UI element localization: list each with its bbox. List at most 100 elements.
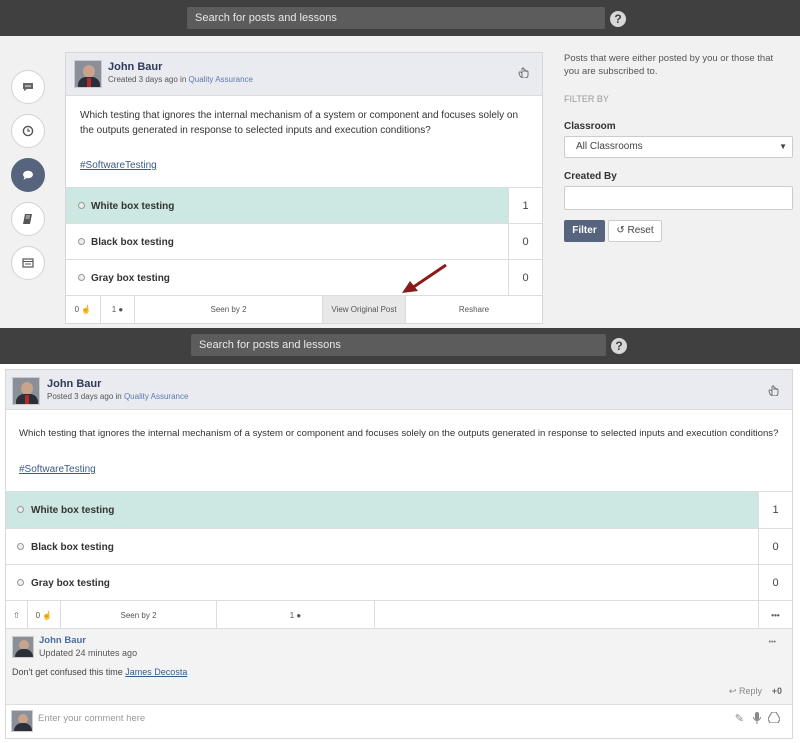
poll-option[interactable]: Gray box testing 0 — [6, 564, 792, 600]
reset-label: Reset — [627, 225, 654, 236]
poll-option[interactable]: Black box testing 0 — [6, 528, 792, 564]
option-label: Gray box testing — [31, 578, 110, 589]
undo-icon: ↺ — [616, 225, 625, 236]
comments-button[interactable]: 1 ● — [217, 601, 375, 629]
comment-like-count[interactable]: +0 — [772, 686, 782, 696]
post-footer: 0 ☝ 1 ● Seen by 2 View Original Post Res… — [66, 295, 542, 323]
chat-icon[interactable] — [11, 158, 45, 192]
comment-count: 1 — [289, 611, 295, 620]
meta-prefix: Created 3 days ago in — [108, 75, 187, 84]
option-count: 1 — [508, 188, 542, 223]
seen-by[interactable]: Seen by 2 — [61, 601, 217, 629]
help-icon[interactable]: ? — [610, 11, 626, 27]
radio-button[interactable] — [17, 579, 24, 586]
comment-bubble-icon: ● — [296, 611, 302, 620]
post-meta: Posted 3 days ago in Quality Assurance — [47, 392, 188, 401]
filter-by-heading: FILTER BY — [564, 94, 609, 104]
book-icon[interactable] — [11, 202, 45, 236]
drive-icon[interactable] — [767, 711, 781, 726]
seen-by[interactable]: Seen by 2 — [135, 296, 323, 323]
search-input[interactable]: Search for posts and lessons — [187, 7, 605, 29]
option-label: Gray box testing — [91, 273, 170, 284]
reply-label: Reply — [738, 686, 762, 696]
poll-option[interactable]: White box testing 1 — [66, 187, 542, 223]
comment-item: John Baur Updated 24 minutes ago ••• Don… — [6, 628, 792, 704]
screen-1: Search for posts and lessons ? John Baur… — [0, 0, 800, 328]
classroom-label: Classroom — [564, 121, 616, 132]
post-footer: ⇧ 0 ☝ Seen by 2 1 ● ••• — [6, 600, 792, 629]
panel-description: Posts that were either posted by you or … — [564, 53, 774, 77]
avatar — [74, 60, 102, 88]
like-button[interactable]: 0 ☝ — [28, 601, 61, 629]
annotation-arrow-icon — [402, 263, 447, 293]
like-count: 0 — [35, 611, 41, 620]
post-meta: Created 3 days ago in Quality Assurance — [108, 75, 253, 84]
comment-input-row: Enter your comment here ✎ — [6, 704, 792, 734]
option-count: 0 — [508, 224, 542, 259]
classroom-selected-value: All Classrooms — [576, 141, 643, 152]
pointer-hand-icon[interactable] — [518, 64, 530, 81]
poll-option[interactable]: Gray box testing 0 — [66, 259, 542, 295]
comments-button[interactable]: 1 ● — [101, 296, 135, 323]
reply-button[interactable]: ↩ Reply — [729, 686, 762, 697]
comment-author[interactable]: John Baur — [39, 635, 86, 646]
option-count: 0 — [758, 529, 792, 564]
author-name[interactable]: John Baur — [108, 61, 162, 73]
like-button[interactable]: 0 ☝ — [66, 296, 101, 323]
top-bar-2: Search for posts and lessons ? — [0, 328, 800, 364]
post-header: John Baur Created 3 days ago in Quality … — [66, 53, 542, 96]
comment-more-button[interactable]: ••• — [769, 639, 776, 646]
created-by-input[interactable] — [564, 186, 793, 210]
option-label: Black box testing — [91, 237, 174, 248]
option-label: White box testing — [91, 201, 175, 212]
comment-icon[interactable] — [11, 70, 45, 104]
radio-button[interactable] — [17, 543, 24, 550]
thumb-icon: ☝ — [42, 611, 53, 620]
reset-button[interactable]: ↺ Reset — [608, 220, 662, 242]
reshare-icon[interactable]: ⇧ — [6, 601, 28, 629]
avatar — [12, 377, 40, 405]
avatar — [11, 710, 33, 732]
classroom-link[interactable]: Quality Assurance — [189, 75, 253, 84]
meta-prefix: Posted 3 days ago in — [47, 392, 122, 401]
microphone-icon[interactable] — [752, 711, 762, 728]
search-input[interactable]: Search for posts and lessons — [191, 334, 606, 356]
chevron-down-icon: ▼ — [779, 142, 787, 151]
created-by-label: Created By — [564, 171, 617, 182]
reshare-button[interactable]: Reshare — [406, 296, 542, 323]
post-question: Which testing that ignores the internal … — [19, 428, 779, 439]
option-label: White box testing — [31, 505, 115, 516]
radio-button[interactable] — [78, 202, 85, 209]
pointer-hand-icon[interactable] — [768, 382, 780, 399]
avatar — [12, 636, 34, 658]
option-count: 0 — [508, 260, 542, 295]
mention-link[interactable]: James Decosta — [125, 667, 187, 677]
option-count: 1 — [758, 492, 792, 528]
comment-input[interactable]: Enter your comment here — [38, 713, 145, 724]
view-original-post-button[interactable]: View Original Post — [323, 296, 406, 323]
classroom-link[interactable]: Quality Assurance — [124, 392, 188, 401]
top-bar: Search for posts and lessons ? — [0, 0, 800, 36]
radio-button[interactable] — [78, 238, 85, 245]
filter-button[interactable]: Filter — [564, 220, 605, 242]
option-label: Black box testing — [31, 542, 114, 553]
post-card: John Baur Created 3 days ago in Quality … — [65, 52, 543, 324]
more-options-button[interactable]: ••• — [758, 601, 792, 629]
help-icon[interactable]: ? — [611, 338, 627, 354]
post-question: Which testing that ignores the internal … — [80, 110, 519, 136]
thumb-icon: ☝ — [81, 305, 92, 314]
list-icon[interactable] — [11, 246, 45, 280]
hashtag-link[interactable]: #SoftwareTesting — [19, 464, 96, 475]
paperclip-icon[interactable]: ✎ — [735, 712, 744, 725]
poll-option[interactable]: White box testing 1 — [6, 491, 792, 528]
hashtag-link[interactable]: #SoftwareTesting — [80, 160, 157, 171]
poll-option[interactable]: Black box testing 0 — [66, 223, 542, 259]
radio-button[interactable] — [17, 506, 24, 513]
comment-text-prefix: Don't get confused this time — [12, 667, 123, 677]
radio-button[interactable] — [78, 274, 85, 281]
clock-icon[interactable] — [11, 114, 45, 148]
classroom-select[interactable]: All Classrooms ▼ — [564, 136, 793, 158]
comment-count: 1 — [111, 305, 117, 314]
comment-bubble-icon: ● — [118, 305, 124, 314]
author-name[interactable]: John Baur — [47, 378, 101, 390]
